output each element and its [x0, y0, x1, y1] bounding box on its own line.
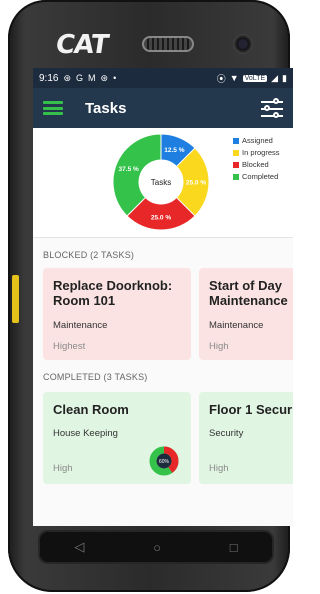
task-title: Floor 1 Security	[209, 402, 293, 417]
google-icon: G	[76, 73, 84, 83]
app-screen: 9:16 ⊛ G M ⊛ • ⦿ ▼ VoLTE ◢ ▮ Tasks 12.5 …	[33, 68, 293, 526]
task-priority: High	[53, 463, 73, 474]
task-chart: 12.5 % 25.0 % 25.0 % 37.5 % Tasks Assigned In…	[33, 128, 293, 238]
legend-swatch	[233, 173, 239, 180]
donut-chart: 12.5 % 25.0 % 25.0 % 37.5 % Tasks	[112, 133, 210, 231]
navigation-bar: ◁ ○ □	[38, 530, 274, 564]
home-button[interactable]: ○	[153, 540, 161, 555]
more-dot-icon: •	[113, 73, 117, 83]
menu-icon[interactable]	[43, 101, 63, 115]
signal-icon: ◢	[271, 72, 279, 83]
progress-ring-label: 60%	[159, 459, 170, 465]
task-priority: High	[209, 341, 229, 352]
donut-slice-label: 12.5 %	[164, 147, 184, 154]
task-card[interactable]: Floor 1 Security Security High	[199, 392, 293, 484]
chart-legend: Assigned In progress Blocked Completed	[233, 136, 280, 184]
legend-item: Blocked	[233, 160, 280, 169]
blocked-cards-row[interactable]: Replace Doorknob: Room 101 Maintenance H…	[33, 268, 293, 362]
blocked-section-header: BLOCKED (2 TASKS)	[43, 250, 135, 260]
legend-label: Completed	[242, 172, 279, 181]
battery-icon: ▮	[282, 72, 287, 83]
mail-icon: M	[88, 73, 96, 83]
location-icon: ⦿	[216, 73, 226, 84]
legend-swatch	[233, 161, 239, 168]
legend-label: In progress	[242, 148, 280, 157]
notification-icon: ⊛	[100, 72, 109, 83]
notification-icon: ⊛	[63, 72, 72, 83]
task-title: Clean Room	[53, 402, 129, 417]
filter-settings-icon[interactable]	[261, 98, 283, 118]
completed-cards-row[interactable]: Clean Room House Keeping High 60% Floor …	[33, 392, 293, 486]
task-category: Maintenance	[53, 320, 108, 331]
task-card[interactable]: Start of Day Maintenance Maintenance Hig…	[199, 268, 293, 360]
status-time: 9:16	[39, 72, 59, 84]
legend-label: Assigned	[242, 136, 273, 145]
legend-swatch	[233, 149, 239, 156]
legend-item: In progress	[233, 148, 280, 157]
page-title: Tasks	[85, 99, 127, 117]
phone-frame: CAT 9:16 ⊛ G M ⊛ • ⦿ ▼ VoLTE ◢ ▮ Tasks 1…	[8, 0, 293, 592]
brand-logo: CAT	[53, 30, 110, 60]
donut-center-label: Tasks	[151, 178, 171, 187]
legend-swatch	[233, 137, 239, 144]
speaker-grille	[142, 36, 194, 52]
task-category: Maintenance	[209, 320, 264, 331]
task-priority: Highest	[53, 341, 86, 352]
recents-button[interactable]: □	[230, 540, 238, 555]
front-camera	[233, 34, 253, 54]
app-bar: Tasks	[33, 88, 293, 128]
task-title: Replace Doorknob: Room 101	[53, 278, 173, 308]
donut-slice-label: 37.5 %	[119, 166, 139, 173]
completed-section-header: COMPLETED (3 TASKS)	[43, 372, 148, 382]
task-card[interactable]: Clean Room House Keeping High 60%	[43, 392, 191, 484]
side-button[interactable]	[12, 275, 19, 323]
legend-item: Assigned	[233, 136, 280, 145]
task-title: Start of Day Maintenance	[209, 278, 288, 308]
status-bar: 9:16 ⊛ G M ⊛ • ⦿ ▼ VoLTE ◢ ▮	[33, 68, 293, 88]
task-card[interactable]: Replace Doorknob: Room 101 Maintenance H…	[43, 268, 191, 360]
donut-slice-label: 25.0 %	[186, 180, 206, 187]
progress-ring: 60%	[149, 446, 179, 476]
task-category: House Keeping	[53, 428, 118, 439]
wifi-icon: ▼	[229, 73, 239, 83]
legend-label: Blocked	[242, 160, 269, 169]
donut-slice-label: 25.0 %	[151, 215, 171, 222]
legend-item: Completed	[233, 172, 280, 181]
task-priority: High	[209, 463, 229, 474]
task-category: Security	[209, 428, 244, 439]
back-button[interactable]: ◁	[74, 539, 84, 555]
volte-badge: VoLTE	[242, 74, 268, 82]
